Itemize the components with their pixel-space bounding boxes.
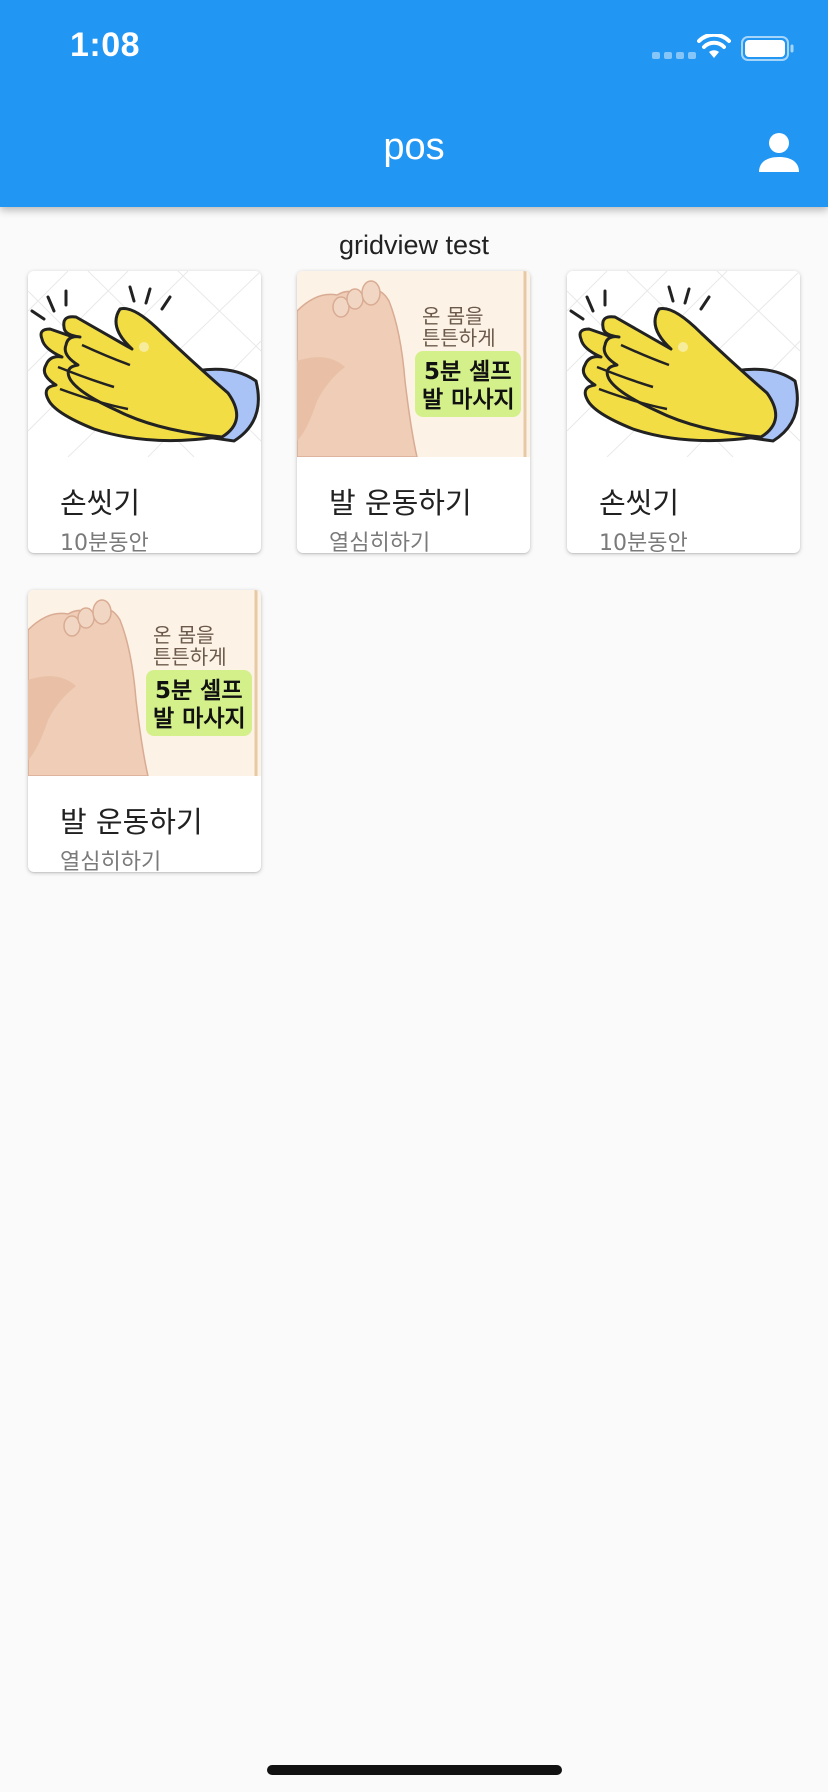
image-text-line2: 튼튼하게 xyxy=(422,326,496,350)
battery-icon xyxy=(741,36,794,61)
wifi-icon xyxy=(697,34,731,58)
card-title: 손씻기 xyxy=(599,486,680,520)
image-text-line3: 5분 셀프 xyxy=(155,678,243,704)
foot-massage-image: 온 몸을 튼튼하게 5분 셀프 발 마사지 xyxy=(297,271,530,457)
app-title: pos xyxy=(383,126,445,168)
image-text-line4: 발 마사지 xyxy=(153,706,246,732)
home-indicator[interactable] xyxy=(267,1765,562,1775)
image-text-line3: 5분 셀프 xyxy=(424,359,512,385)
card-subtitle: 10분동안 xyxy=(60,531,149,554)
card-subtitle: 10분동안 xyxy=(599,531,688,554)
image-text-line1: 온 몸을 xyxy=(153,623,215,647)
grid-card[interactable]: 온 몸을 튼튼하게 5분 셀프 발 마사지 발 운동하기 열심히하기 xyxy=(297,271,530,553)
image-text-line1: 온 몸을 xyxy=(422,304,484,328)
grid-card[interactable]: 손씻기 10분동안 xyxy=(567,271,800,553)
section-title: gridview test xyxy=(338,230,490,260)
card-title: 손씻기 xyxy=(60,486,141,520)
card-title: 발 운동하기 xyxy=(329,486,472,520)
grid-card[interactable]: 손씻기 10분동안 xyxy=(28,271,261,553)
clapping-hands-image xyxy=(567,271,800,457)
image-text-line4: 발 마사지 xyxy=(422,387,515,413)
app-bar: 1:08 pos xyxy=(0,0,828,207)
foot-massage-image: 온 몸을 튼튼하게 5분 셀프 발 마사지 xyxy=(28,590,261,776)
card-title: 발 운동하기 xyxy=(60,805,203,839)
status-time: 1:08 xyxy=(70,26,141,64)
grid-card[interactable]: 온 몸을 튼튼하게 5분 셀프 발 마사지 발 운동하기 열심히하기 xyxy=(28,590,261,872)
cellular-signal-icon xyxy=(652,52,696,59)
image-text-line2: 튼튼하게 xyxy=(153,645,227,669)
profile-button[interactable] xyxy=(756,130,802,176)
card-subtitle: 열심히하기 xyxy=(329,531,431,554)
clapping-hands-image xyxy=(28,271,261,457)
card-subtitle: 열심히하기 xyxy=(60,850,162,873)
person-icon xyxy=(759,133,799,172)
